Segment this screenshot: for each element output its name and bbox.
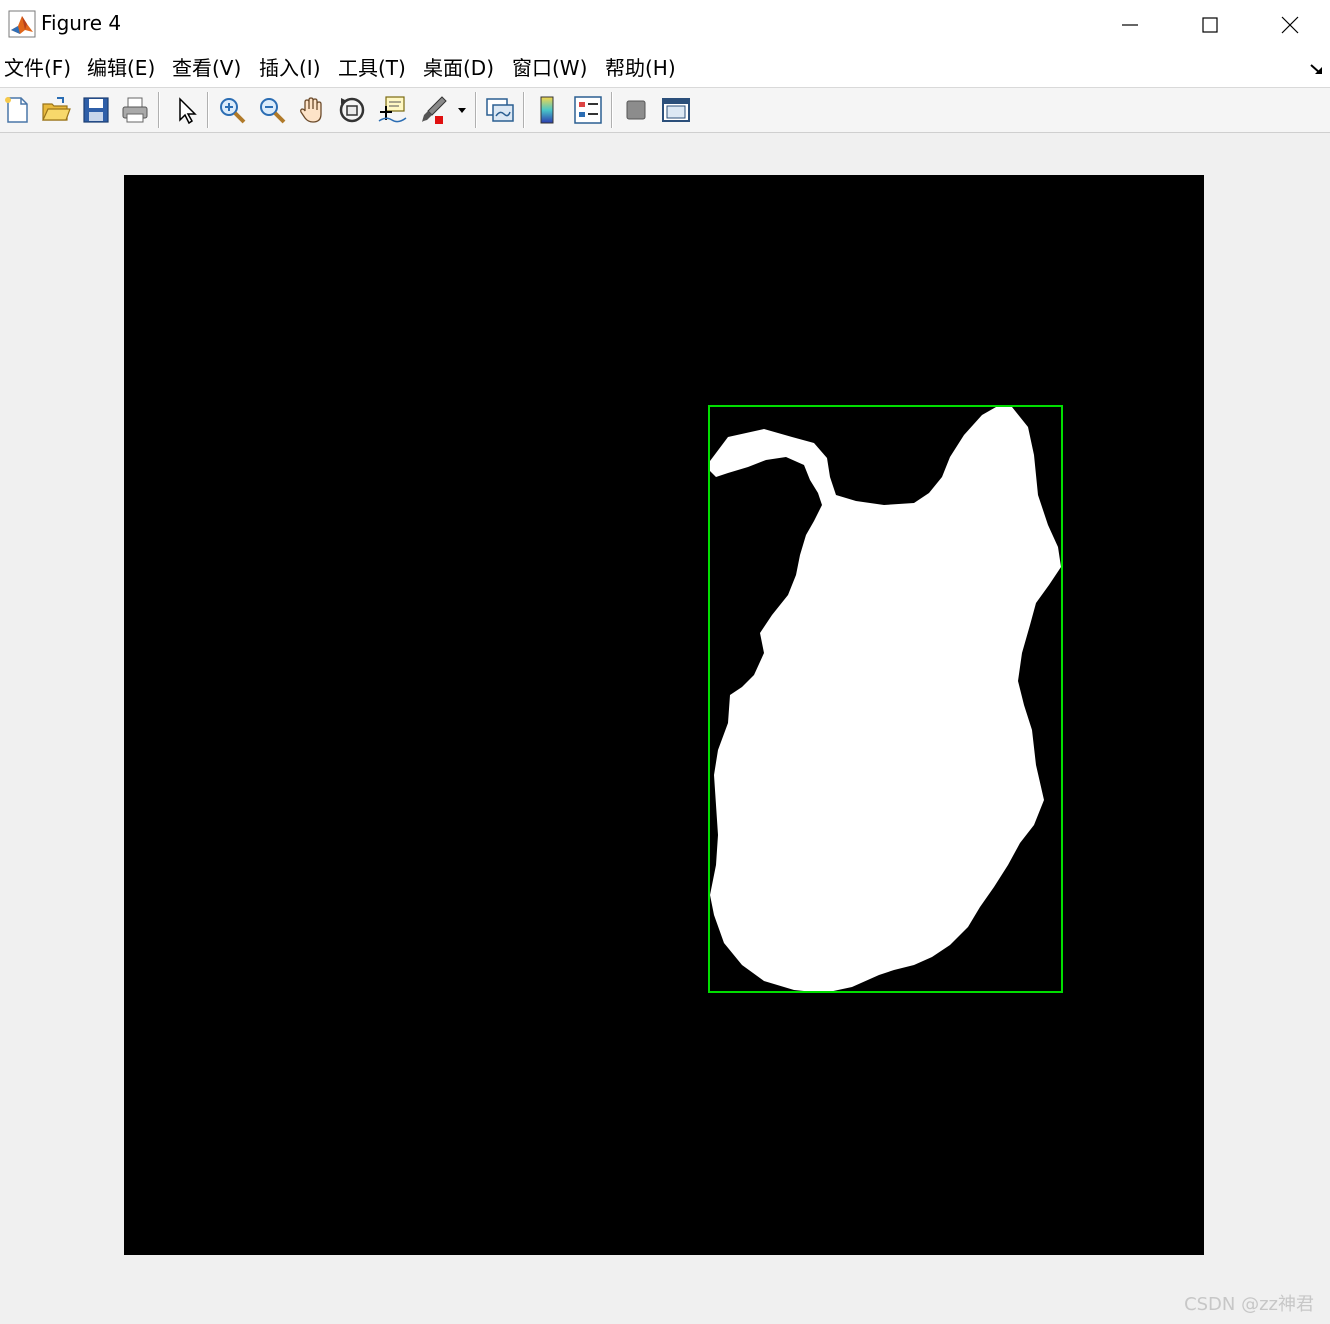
toolbar-separator [475, 92, 477, 128]
brush-icon[interactable] [418, 94, 450, 126]
new-figure-icon[interactable] [1, 94, 33, 126]
minimize-icon [1122, 24, 1138, 26]
save-icon[interactable] [80, 94, 112, 126]
zoom-in-icon[interactable] [216, 94, 248, 126]
menu-view[interactable]: 查看(V) [172, 54, 241, 82]
rotate-3d-icon[interactable] [336, 94, 368, 126]
maximize-button[interactable] [1170, 0, 1250, 50]
show-plot-tools-icon[interactable] [660, 94, 692, 126]
toolbar-separator [523, 92, 525, 128]
menu-edit[interactable]: 编辑(E) [87, 54, 155, 82]
maximize-icon [1202, 17, 1218, 33]
menu-bar: 文件(F) 编辑(E) 查看(V) 插入(I) 工具(T) 桌面(D) 窗口(W… [0, 50, 1330, 88]
data-cursor-icon[interactable] [376, 94, 408, 126]
open-file-icon[interactable] [40, 94, 72, 126]
menu-file[interactable]: 文件(F) [4, 54, 71, 82]
binary-image-axes[interactable] [124, 175, 1204, 1255]
toolbar-separator [611, 92, 613, 128]
brush-dropdown-icon[interactable] [452, 94, 472, 126]
segmented-image [124, 175, 1204, 1255]
menu-insert[interactable]: 插入(I) [259, 54, 321, 82]
dock-figure-icon[interactable] [1308, 60, 1326, 78]
edit-plot-arrow-icon[interactable] [170, 94, 202, 126]
menu-help[interactable]: 帮助(H) [605, 54, 676, 82]
menu-tools[interactable]: 工具(T) [338, 54, 406, 82]
close-icon [1281, 16, 1299, 34]
window-title: Figure 4 [41, 11, 122, 35]
menu-desktop[interactable]: 桌面(D) [423, 54, 494, 82]
window-titlebar: Figure 4 [0, 0, 1330, 50]
link-plot-icon[interactable] [484, 94, 516, 126]
legend-icon[interactable] [572, 94, 604, 126]
figure-toolbar [0, 88, 1330, 133]
zoom-out-icon[interactable] [256, 94, 288, 126]
hide-plot-tools-icon[interactable] [620, 94, 652, 126]
pan-hand-icon[interactable] [296, 94, 328, 126]
print-icon[interactable] [119, 94, 151, 126]
watermark-text: CSDN @zz神君 [1184, 1294, 1314, 1315]
toolbar-separator [207, 92, 209, 128]
toolbar-separator [158, 92, 160, 128]
minimize-button[interactable] [1090, 0, 1170, 50]
close-button[interactable] [1250, 0, 1330, 50]
matlab-logo-icon [8, 10, 36, 38]
colorbar-icon[interactable] [532, 94, 564, 126]
menu-window[interactable]: 窗口(W) [512, 54, 587, 82]
